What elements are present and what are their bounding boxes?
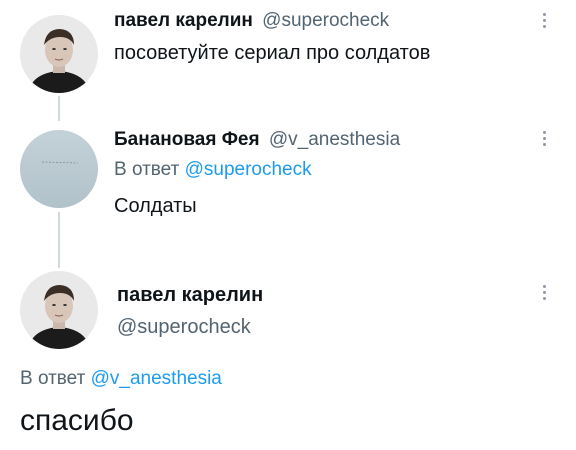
more-vertical-icon[interactable] xyxy=(539,131,549,146)
author-name[interactable]: Банановая Фея xyxy=(114,129,260,150)
reply-context: В ответ @v_anesthesia xyxy=(20,367,222,391)
avatar-photo xyxy=(20,15,98,93)
avatar-photo xyxy=(20,130,98,208)
reply-to-link[interactable]: @v_anesthesia xyxy=(91,368,222,389)
reply-prefix: В ответ xyxy=(114,159,180,180)
reply-context: В ответ @superocheck xyxy=(114,158,312,182)
author-name[interactable]: павел карелин xyxy=(117,282,263,308)
thread-line xyxy=(58,96,60,121)
avatar-photo xyxy=(20,271,98,349)
tweet-text: Солдаты xyxy=(114,195,197,217)
tweet-text: спасибо xyxy=(20,404,134,437)
author-handle[interactable]: @superocheck xyxy=(262,10,389,31)
reply-to-link[interactable]: @superocheck xyxy=(185,159,312,180)
more-vertical-icon[interactable] xyxy=(539,285,549,300)
author-handle[interactable]: @v_anesthesia xyxy=(269,129,400,150)
avatar[interactable] xyxy=(20,130,98,208)
avatar[interactable] xyxy=(20,15,98,93)
avatar[interactable] xyxy=(20,271,98,349)
tweet-text: посоветуйте сериал про солдатов xyxy=(114,42,431,64)
author-name[interactable]: павел карелин xyxy=(114,10,253,31)
reply-prefix: В ответ xyxy=(20,368,86,389)
more-vertical-icon[interactable] xyxy=(539,13,549,28)
thread-line xyxy=(58,212,60,268)
author-handle[interactable]: @superocheck xyxy=(117,314,251,340)
